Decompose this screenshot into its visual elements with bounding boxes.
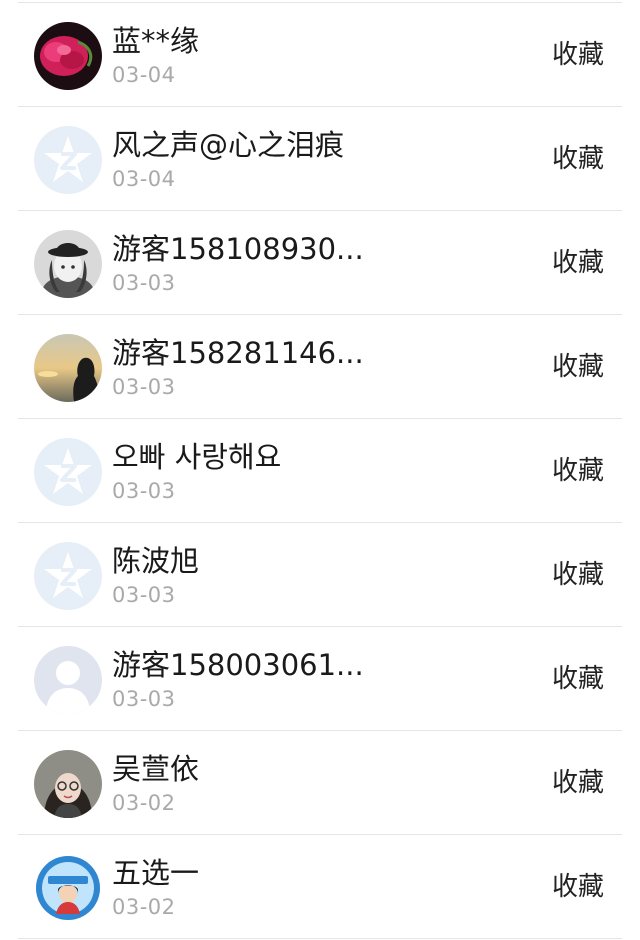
contact-date: 03-02 [112, 895, 176, 919]
collect-button[interactable]: 收藏 [552, 555, 604, 595]
contact-name: 蓝**缘 [112, 24, 200, 58]
collect-button[interactable]: 收藏 [552, 35, 604, 75]
list-item[interactable]: 游客158108930... 03-03 收藏 [0, 211, 640, 315]
avatar[interactable] [34, 750, 102, 818]
avatar[interactable] [34, 230, 102, 298]
list-item[interactable]: 游客158281146... 03-03 收藏 [0, 315, 640, 419]
contact-name: 陈波旭 [112, 544, 200, 578]
list-item[interactable]: 오빠 사랑해요 03-03 收藏 [0, 419, 640, 523]
contact-name: 游客158003061... [112, 648, 364, 682]
list-item[interactable]: 风之声@心之泪痕 03-04 收藏 [0, 107, 640, 211]
contact-date: 03-03 [112, 687, 176, 711]
collect-button[interactable]: 收藏 [552, 243, 604, 283]
contact-date: 03-03 [112, 271, 176, 295]
qzone-default-avatar-icon[interactable] [34, 126, 102, 194]
list-item[interactable]: 陈波旭 03-03 收藏 [0, 523, 640, 627]
collect-button[interactable]: 收藏 [552, 867, 604, 907]
divider [18, 938, 622, 939]
contact-date: 03-03 [112, 375, 176, 399]
contact-date: 03-03 [112, 583, 176, 607]
qzone-default-avatar-icon[interactable] [34, 542, 102, 610]
qzone-default-avatar-icon[interactable] [34, 438, 102, 506]
contact-name: 五选一 [112, 856, 200, 890]
avatar[interactable] [34, 854, 102, 922]
avatar[interactable] [34, 334, 102, 402]
contact-date: 03-02 [112, 791, 176, 815]
contact-name: 游客158281146... [112, 336, 364, 370]
collect-button[interactable]: 收藏 [552, 347, 604, 387]
avatar[interactable] [34, 22, 102, 90]
contact-name: 오빠 사랑해요 [112, 440, 282, 474]
contact-date: 03-03 [112, 479, 176, 503]
list-item[interactable]: 蓝**缘 03-04 收藏 [0, 3, 640, 107]
contact-date: 03-04 [112, 63, 176, 87]
collect-button[interactable]: 收藏 [552, 659, 604, 699]
default-person-avatar-icon[interactable] [34, 646, 102, 714]
contact-date: 03-04 [112, 167, 176, 191]
collect-button[interactable]: 收藏 [552, 451, 604, 491]
list-item[interactable]: 吴萱依 03-02 收藏 [0, 731, 640, 835]
message-list: 蓝**缘 03-04 收藏 风之声@心之泪痕 03-04 收藏 游客158108… [0, 0, 640, 940]
collect-button[interactable]: 收藏 [552, 139, 604, 179]
list-item[interactable]: 游客158003061... 03-03 收藏 [0, 627, 640, 731]
contact-name: 吴萱依 [112, 752, 200, 786]
contact-name: 风之声@心之泪痕 [112, 128, 345, 162]
list-item[interactable]: 五选一 03-02 收藏 [0, 835, 640, 939]
contact-name: 游客158108930... [112, 232, 364, 266]
collect-button[interactable]: 收藏 [552, 763, 604, 803]
